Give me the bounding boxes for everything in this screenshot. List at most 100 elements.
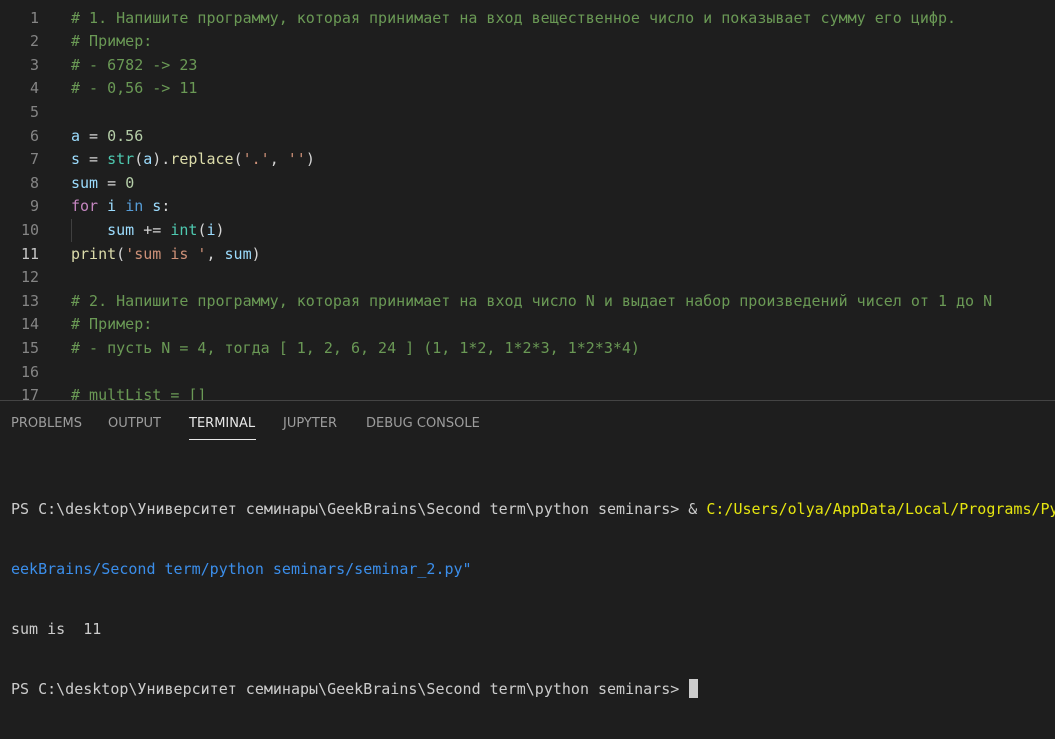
line-number: 12 <box>20 268 39 287</box>
code-line[interactable]: 5 <box>0 101 1055 125</box>
code-editor[interactable]: 1 # 1. Напишите программу, которая приним… <box>0 0 1055 400</box>
line-number: 16 <box>20 362 39 381</box>
terminal-line: PS C:\desktop\Университет семинары\GeekB… <box>11 679 1055 699</box>
bottom-panel: PROBLEMS OUTPUT TERMINAL JUPYTER DEBUG CONSO… <box>0 400 1055 698</box>
terminal-line: eekBrains/Second term/python seminars/se… <box>11 559 1055 579</box>
code-token: sum <box>224 244 252 263</box>
line-number: 4 <box>29 79 39 98</box>
code-token: ( <box>134 150 144 169</box>
code-text: # 1. Напишите программу, которая принима… <box>71 7 956 31</box>
code-token: i <box>206 220 216 239</box>
code-token: # - пусть N = 4, тогда [ 1, 2, 6, 24 ] (… <box>71 338 640 357</box>
line-number: 5 <box>29 102 39 121</box>
code-line[interactable]: 2 # Пример: <box>0 30 1055 54</box>
code-line[interactable]: 17 # multList = [] <box>0 384 1055 400</box>
code-text: sum = 0 <box>71 172 134 196</box>
terminal[interactable]: PS C:\desktop\Университет семинары\GeekB… <box>11 459 1055 739</box>
code-token: 0.56 <box>107 126 144 145</box>
tab-problems[interactable]: PROBLEMS <box>11 416 82 431</box>
code-line[interactable]: 1 # 1. Напишите программу, которая приним… <box>0 7 1055 31</box>
code-token: sum <box>107 220 135 239</box>
terminal-command-continuation: eekBrains/Second term/python seminars/se… <box>11 560 472 578</box>
code-line[interactable]: 11 print('sum is ', sum) <box>0 243 1055 267</box>
code-line[interactable]: 4 # - 0,56 -> 11 <box>0 77 1055 101</box>
code-token: replace <box>170 150 234 169</box>
code-token: str <box>107 150 135 169</box>
code-line[interactable]: 13 # 2. Напишите программу, которая прини… <box>0 290 1055 314</box>
code-token: ) <box>215 220 225 239</box>
line-number: 17 <box>20 386 39 400</box>
code-text: # - 6782 -> 23 <box>71 54 197 78</box>
code-text: for i in s: <box>71 195 170 219</box>
code-line[interactable]: 14 # Пример: <box>0 313 1055 337</box>
code-line[interactable]: 12 <box>0 266 1055 290</box>
code-token: sum <box>71 173 99 192</box>
terminal-prompt: PS C:\desktop\Университет семинары\GeekB… <box>11 500 707 518</box>
line-number: 6 <box>29 126 39 145</box>
code-token: ( <box>116 244 126 263</box>
line-number: 9 <box>29 197 39 216</box>
code-line[interactable]: 7 s = str(a).replace('.', '') <box>0 148 1055 172</box>
code-text: print('sum is ', sum) <box>71 243 261 267</box>
code-token: in <box>125 197 144 216</box>
code-token: s <box>152 197 162 216</box>
line-number: 3 <box>29 55 39 74</box>
code-token: i <box>107 197 117 216</box>
line-number: 10 <box>20 220 39 239</box>
code-token: = <box>80 126 108 145</box>
code-text: s = str(a).replace('.', '') <box>71 148 315 172</box>
code-token: # Пример: <box>71 32 153 51</box>
code-token: '' <box>287 150 306 169</box>
code-text: # - 0,56 -> 11 <box>71 77 197 101</box>
line-number: 8 <box>29 173 39 192</box>
code-token: , <box>269 150 288 169</box>
code-token: # - 6782 -> 23 <box>71 55 198 74</box>
code-token: a <box>71 126 81 145</box>
tab-terminal[interactable]: TERMINAL <box>189 416 255 431</box>
code-token: '.' <box>242 150 270 169</box>
code-token: 0 <box>125 173 135 192</box>
panel-tabs: PROBLEMS OUTPUT TERMINAL JUPYTER DEBUG CONSO… <box>0 401 1055 445</box>
code-token: = <box>98 173 126 192</box>
code-token: ). <box>152 150 171 169</box>
tab-output[interactable]: OUTPUT <box>108 416 161 431</box>
code-token: print <box>71 244 117 263</box>
code-text: # Пример: <box>71 30 152 54</box>
code-line[interactable]: 3 # - 6782 -> 23 <box>0 54 1055 78</box>
code-token: 'sum is ' <box>125 244 207 263</box>
code-line[interactable]: 9 for i in s: <box>0 195 1055 219</box>
code-token: : <box>161 197 171 216</box>
code-token: a <box>143 150 153 169</box>
code-text: # - пусть N = 4, тогда [ 1, 2, 6, 24 ] (… <box>71 337 640 361</box>
code-token: ) <box>251 244 261 263</box>
code-line[interactable]: 16 <box>0 361 1055 385</box>
code-line[interactable]: 10 sum += int(i) <box>0 218 1055 243</box>
active-tab-indicator <box>189 439 256 440</box>
code-text: # multList = [] <box>71 384 206 400</box>
code-text: a = 0.56 <box>71 125 143 149</box>
line-number: 11 <box>20 244 39 263</box>
code-line[interactable]: 15 # - пусть N = 4, тогда [ 1, 2, 6, 24 ]… <box>0 337 1055 361</box>
code-token: ) <box>305 150 315 169</box>
terminal-cursor <box>689 679 699 698</box>
terminal-prompt: PS C:\desktop\Университет семинары\GeekB… <box>11 680 689 698</box>
terminal-command-path: C:/Users/olya/AppData/Local/Programs/Py <box>706 500 1055 518</box>
code-token: # multList = [] <box>71 386 207 400</box>
line-number: 7 <box>29 150 39 169</box>
code-line[interactable]: 8 sum = 0 <box>0 172 1055 196</box>
code-token: s <box>71 150 81 169</box>
code-text: # 2. Напишите программу, которая принима… <box>71 290 992 314</box>
code-text: # Пример: <box>71 313 152 337</box>
code-token: += <box>134 220 171 239</box>
code-line[interactable]: 6 a = 0.56 <box>0 125 1055 149</box>
code-token: int <box>170 220 198 239</box>
code-token: # 1. Напишите программу, которая принима… <box>71 8 957 27</box>
tab-jupyter[interactable]: JUPYTER <box>283 416 337 431</box>
terminal-output: sum is 11 <box>11 620 102 638</box>
code-token: for <box>71 197 99 216</box>
code-token: ( <box>233 150 243 169</box>
tab-debug-console[interactable]: DEBUG CONSOLE <box>366 416 480 431</box>
